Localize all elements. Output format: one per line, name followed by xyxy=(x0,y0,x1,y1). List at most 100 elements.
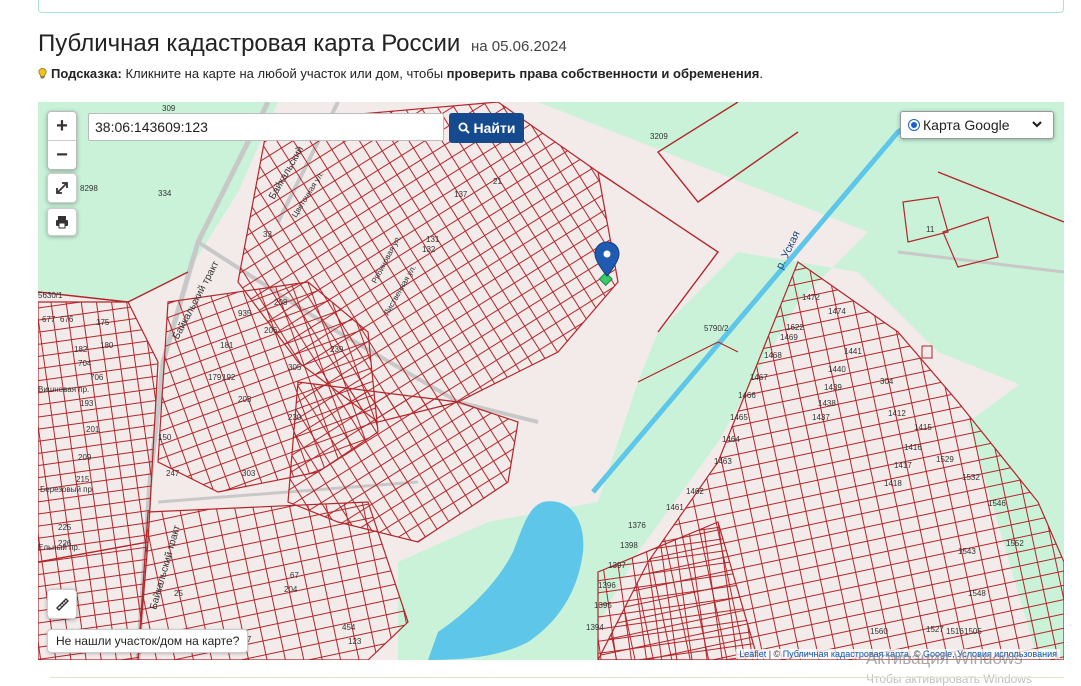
fullscreen-button[interactable] xyxy=(47,173,77,203)
parcel-label: 706 xyxy=(90,373,104,382)
zoom-control: + − xyxy=(47,111,77,170)
parcel-label: 225 xyxy=(58,523,72,532)
layer-select[interactable]: Карта Google xyxy=(900,111,1054,139)
parcel-label: 1439 xyxy=(824,383,842,392)
parcel-label: 1398 xyxy=(620,541,638,550)
parcel-label: 1396 xyxy=(598,581,616,590)
find-button[interactable]: Найти xyxy=(449,113,524,143)
parcel-label: 1417 xyxy=(894,461,912,470)
divider xyxy=(50,677,1064,678)
parcel-label: 1467 xyxy=(750,373,768,382)
street-label: Ельный пр. xyxy=(38,543,80,552)
parcel-label: 1468 xyxy=(764,351,782,360)
parcel-label: 1464 xyxy=(722,435,740,444)
search-icon xyxy=(458,122,470,134)
parcel-label: 1395 xyxy=(594,601,612,610)
parcel-label: 1552 xyxy=(1006,539,1024,548)
parcel-label: 1472 xyxy=(802,293,820,302)
parcel-label: 1376 xyxy=(628,521,646,530)
parcel-label: 247 xyxy=(166,469,180,478)
parcel-label: 201 xyxy=(86,425,100,434)
parcel-label: 1418 xyxy=(884,479,902,488)
parcel-label: 1505 xyxy=(964,627,982,636)
parcel-label: 215 xyxy=(76,475,90,484)
parcel-label: 676 xyxy=(60,315,74,324)
parcel-label: 67 xyxy=(290,571,299,580)
street-label: Березовый пр. xyxy=(40,485,94,494)
parcel-label: 1462 xyxy=(686,487,704,496)
leaflet-link[interactable]: Leaflet xyxy=(739,649,766,659)
parcel-label: 1466 xyxy=(738,391,756,400)
parcel-label: 132 xyxy=(422,245,436,254)
hint: Подсказка: Кликните на карте на любой уч… xyxy=(38,66,763,81)
map-canvas[interactable]: 309 3209 8298 334 11 5630/1 5790/2 33 13… xyxy=(38,102,1064,660)
parcel-label: 131 xyxy=(426,235,440,244)
parcel-label: 454 xyxy=(342,623,356,632)
parcel-label: 1527 xyxy=(926,625,944,634)
cadastral-search-input[interactable] xyxy=(88,113,444,141)
lightbulb-icon xyxy=(38,68,47,79)
windows-activation-watermark: Активация Windows xyxy=(866,649,1023,668)
parcel-label: 1394 xyxy=(586,623,604,632)
parcel-label: 704 xyxy=(78,359,92,368)
parcel-label: 193 xyxy=(80,399,94,408)
parcel-label: 1463 xyxy=(714,457,732,466)
parcel-label: 1437 xyxy=(812,413,830,422)
parcel-label: 21 xyxy=(493,177,502,186)
parcel-label: 1469 xyxy=(780,333,798,342)
parcel-label: 179 xyxy=(208,373,222,382)
parcel-label: 230 xyxy=(288,413,302,422)
parcel-label: 25 xyxy=(174,589,183,598)
parcel-label: 935 xyxy=(238,309,252,318)
page-title: Публичная кадастровая карта России на 05… xyxy=(38,30,567,58)
not-found-link[interactable]: Не нашли участок/дом на карте? xyxy=(47,629,249,653)
parcel-label: 181 xyxy=(220,341,234,350)
parcel-label: 1543 xyxy=(958,547,976,556)
cadastral-map[interactable]: 309 3209 8298 334 11 5630/1 5790/2 33 13… xyxy=(38,102,1064,660)
ruler-button[interactable] xyxy=(47,589,77,619)
parcel-label: 192 xyxy=(222,373,236,382)
parcel-label: 33 xyxy=(263,230,272,239)
parcel-label: 305 xyxy=(288,363,302,372)
parcel-label: 1438 xyxy=(818,399,836,408)
zoom-out-button[interactable]: − xyxy=(48,141,76,169)
parcel-label: 3209 xyxy=(650,132,668,141)
parcel-label: 1465 xyxy=(730,413,748,422)
parcel-label: 209 xyxy=(78,453,92,462)
layer-select-value: Карта Google xyxy=(923,117,1010,133)
parcel-label: 150 xyxy=(158,433,172,442)
top-panel xyxy=(38,0,1064,13)
parcel-label: 1516 xyxy=(946,627,964,636)
attribution-separator: | © xyxy=(766,649,783,659)
hint-label: Подсказка: xyxy=(51,66,122,81)
zoom-in-button[interactable]: + xyxy=(48,112,76,141)
parcel-label: 309 xyxy=(162,104,176,113)
parcel-label: 1415 xyxy=(914,423,932,432)
parcel-label: 206 xyxy=(264,326,278,335)
parcel-label: 208 xyxy=(274,298,288,307)
parcel-label: 1412 xyxy=(888,409,906,418)
parcel-label: 1440 xyxy=(828,365,846,374)
parcel-label: 5790/2 xyxy=(704,324,729,333)
parcel-label: 203 xyxy=(238,395,252,404)
parcel-label: 1560 xyxy=(870,627,888,636)
hint-end: . xyxy=(759,66,763,81)
ruler-icon xyxy=(56,598,69,611)
windows-activation-subtext: Чтобы активировать Windows xyxy=(866,672,1032,686)
page-title-text: Публичная кадастровая карта России xyxy=(38,30,461,57)
parcel-label: 175 xyxy=(96,318,110,327)
printer-icon xyxy=(56,216,68,229)
parcel-label: 1474 xyxy=(828,307,846,316)
parcel-label: 8298 xyxy=(80,184,98,193)
parcel-label: 1546 xyxy=(988,499,1006,508)
fullscreen-icon xyxy=(56,182,68,194)
location-pin-dot xyxy=(603,250,611,258)
parcel-label: 1416 xyxy=(904,443,922,452)
parcel-label: 137 xyxy=(454,190,468,199)
parcel-label: 123 xyxy=(348,637,362,646)
parcel-label: 204 xyxy=(284,585,298,594)
parcel-label: 303 xyxy=(242,469,256,478)
print-button[interactable] xyxy=(47,208,77,236)
street-label: Вишневая пр. xyxy=(38,385,89,394)
parcel-label: 334 xyxy=(158,189,172,198)
